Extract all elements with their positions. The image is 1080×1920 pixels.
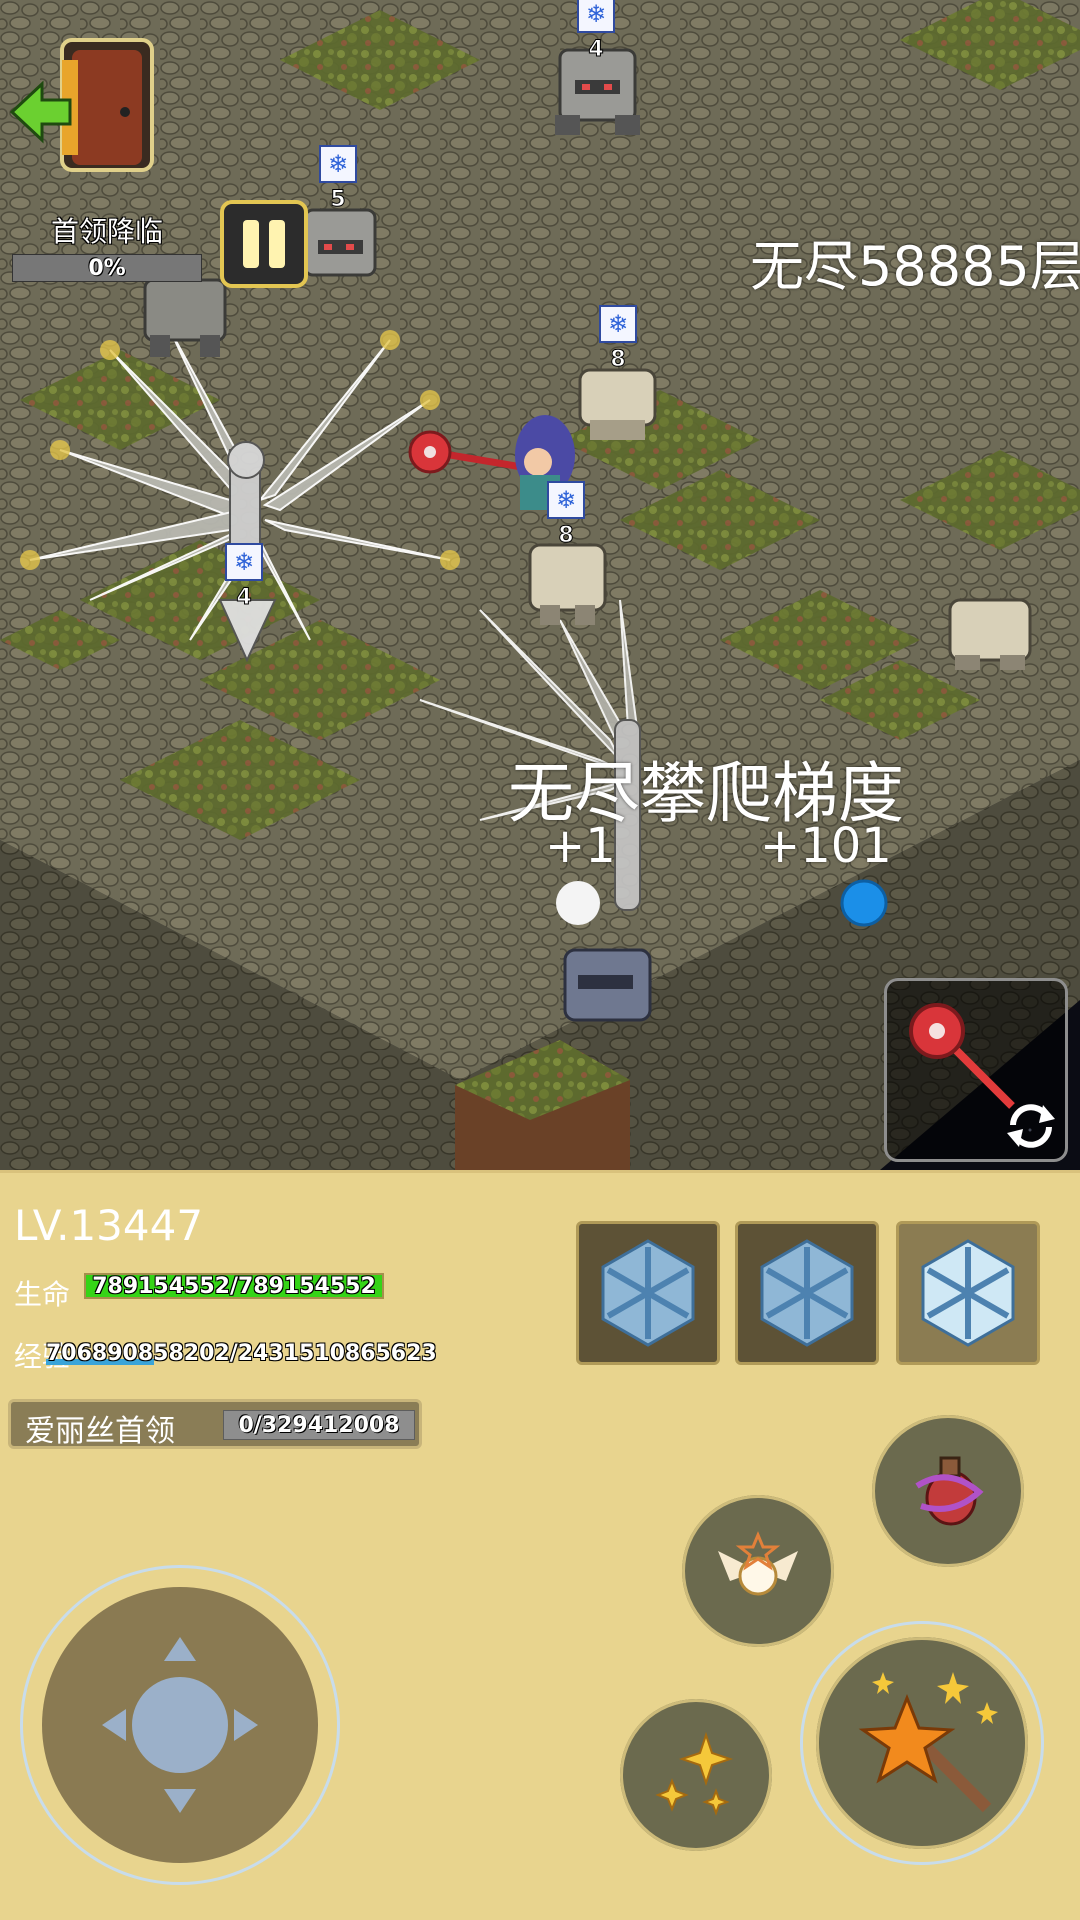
snowflake-icon: ❄ xyxy=(608,310,628,338)
pause-button[interactable] xyxy=(220,200,308,288)
angel-skill-button[interactable] xyxy=(682,1495,834,1647)
game-viewport[interactable]: ❄ 4 ❄ 5 ❄ 8 ❄ 8 ❄ 4 首领降临 0% 无尽58885层 无尽攀爬梯度 +1 +1… xyxy=(0,0,1080,1170)
boss-progress-value: 0/329412008 xyxy=(238,1412,400,1438)
winged-skull-icon xyxy=(718,1531,798,1596)
floor-indicator: 无尽58885层 xyxy=(750,235,1080,298)
boss-arrival-panel: 首领降临 0% xyxy=(12,210,202,282)
boss-name: 爱丽丝首领 xyxy=(25,1414,175,1449)
virtual-joystick[interactable] xyxy=(20,1565,340,1885)
exp-value: 706890858202/2431510865623 xyxy=(46,1341,437,1366)
pause-icon xyxy=(243,220,285,268)
snowflake-icon xyxy=(921,1239,1015,1347)
joystick-knob[interactable] xyxy=(132,1677,228,1773)
boss-progress-panel: 爱丽丝首领 0/329412008 xyxy=(8,1399,422,1449)
sparkle-skill-button[interactable] xyxy=(620,1699,772,1851)
arrow-right-icon xyxy=(234,1709,258,1741)
arrow-down-icon xyxy=(164,1789,196,1813)
white-orb xyxy=(556,881,600,925)
boss-arrival-label: 首领降临 xyxy=(50,215,163,248)
bone-golem-sprite xyxy=(948,598,1032,670)
boss-arrival-percent: 0% xyxy=(88,255,126,281)
snowflake-icon: ❄ xyxy=(586,0,606,28)
gain-white-label: +1 xyxy=(545,818,616,874)
gain-blue-label: +101 xyxy=(760,818,892,874)
weapon-swap-button[interactable] xyxy=(884,978,1068,1162)
snowflake-icon xyxy=(601,1239,695,1347)
hp-label: 生命 xyxy=(14,1278,71,1311)
potion-skill-button[interactable] xyxy=(872,1415,1024,1567)
skill-slot-1[interactable] xyxy=(576,1221,720,1365)
blue-orb xyxy=(840,879,888,927)
potion-icon xyxy=(915,1456,984,1526)
snowflake-icon: ❄ xyxy=(328,150,348,178)
skill-slot-3[interactable] xyxy=(896,1221,1040,1365)
swap-icon xyxy=(1007,1104,1055,1148)
snowflake-icon xyxy=(760,1239,854,1347)
enemy-badge-number: 8 xyxy=(558,523,573,548)
bone-golem-sprite xyxy=(578,368,657,440)
hp-bar: 789154552/789154552 xyxy=(84,1273,384,1299)
bottom-control-panel: LV.13447 生命 789154552/789154552 经验 70689… xyxy=(0,1170,1080,1920)
attack-magic-wand-button[interactable] xyxy=(816,1637,1028,1849)
enemy-badge-number: 5 xyxy=(330,187,345,212)
enemy-badge-number: 8 xyxy=(610,347,625,372)
snowflake-icon: ❄ xyxy=(234,548,254,576)
exp-bar: 706890858202/2431510865623 xyxy=(46,1341,437,1367)
enemy-badge-number: 4 xyxy=(588,37,603,62)
boss-arrival-bar: 0% xyxy=(12,254,202,282)
skill-slot-2[interactable] xyxy=(735,1221,879,1365)
magic-wand-icon xyxy=(858,1672,998,1813)
steel-golem-sprite xyxy=(563,948,652,1022)
enemy-badge-number: 4 xyxy=(236,585,251,610)
arrow-up-icon xyxy=(164,1637,196,1661)
boss-progress-bar: 0/329412008 xyxy=(223,1410,415,1440)
stone-golem-sprite xyxy=(303,208,377,277)
sparkles-icon xyxy=(655,1731,734,1816)
hp-value: 789154552/789154552 xyxy=(92,1273,376,1299)
player-level: LV.13447 xyxy=(14,1201,204,1250)
exit-button[interactable] xyxy=(10,35,160,175)
arrow-left-icon xyxy=(102,1709,126,1741)
snowflake-icon: ❄ xyxy=(556,486,576,514)
